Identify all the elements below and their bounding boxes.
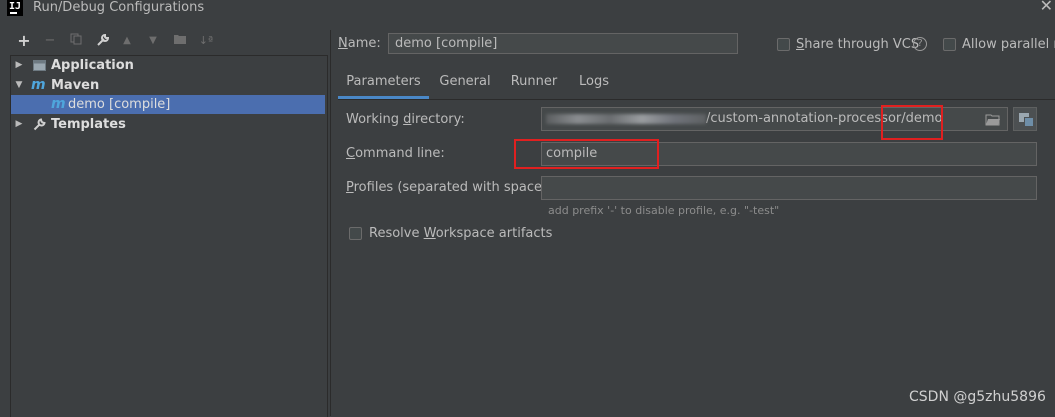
tree-item-label: Application <box>51 58 134 73</box>
tree-item-templates[interactable]: ▶ Templates <box>11 115 325 134</box>
move-into-folder-button[interactable] <box>172 33 188 49</box>
resolve-workspace-label: Resolve Workspace artifacts <box>369 226 553 241</box>
working-directory-label: Working directory: <box>346 112 465 127</box>
help-icon[interactable]: ? <box>913 37 927 51</box>
copy-icon <box>70 33 82 45</box>
name-input[interactable]: demo [compile] <box>388 33 738 54</box>
chevron-right-icon[interactable]: ▶ <box>14 56 24 75</box>
move-down-button[interactable]: ▼ <box>146 33 160 49</box>
tree-item-application[interactable]: ▶ Application <box>11 56 325 75</box>
command-line-label: Command line: <box>346 146 445 161</box>
close-icon[interactable]: ✕ <box>1040 0 1053 14</box>
move-up-button[interactable]: ▲ <box>120 33 134 49</box>
add-configuration-button[interactable]: + <box>16 33 32 49</box>
application-icon <box>33 60 46 71</box>
wrench-icon <box>33 118 46 131</box>
maven-icon: m <box>51 96 66 112</box>
tab-general[interactable]: General <box>433 68 497 99</box>
allow-parallel-checkbox[interactable] <box>943 38 956 51</box>
intellij-app-icon: IJ <box>7 0 23 16</box>
config-tabs: Parameters General Runner Logs <box>338 68 1055 99</box>
sort-button[interactable]: ↓ª <box>198 33 214 49</box>
tab-parameters[interactable]: Parameters <box>338 68 429 99</box>
highlight-box-compile <box>514 139 659 169</box>
window-title: Run/Debug Configurations <box>33 0 205 15</box>
tree-item-maven[interactable]: ▼ m Maven <box>11 76 325 95</box>
chevron-right-icon[interactable]: ▶ <box>14 115 24 134</box>
chevron-down-icon[interactable]: ▼ <box>14 76 24 95</box>
panel-splitter[interactable] <box>330 30 331 416</box>
tab-logs[interactable]: Logs <box>574 68 614 99</box>
share-vcs-label: Share through VCS <box>796 37 920 52</box>
configuration-tree[interactable]: ▶ Application ▼ m Maven m demo [compile]… <box>10 55 328 417</box>
folder-icon <box>174 35 186 44</box>
tab-runner[interactable]: Runner <box>504 68 564 99</box>
resolve-workspace-checkbox[interactable] <box>349 227 362 240</box>
watermark: CSDN @g5zhu5896 <box>909 389 1046 405</box>
profiles-hint: add prefix '-' to disable profile, e.g. … <box>548 204 780 217</box>
profiles-input[interactable] <box>541 176 1037 200</box>
select-module-button[interactable] <box>1013 107 1037 131</box>
share-vcs-checkbox[interactable] <box>777 38 790 51</box>
highlight-box-demo <box>881 105 943 140</box>
tree-item-demo-compile[interactable]: m demo [compile] <box>11 95 325 114</box>
name-label: Name: <box>338 36 381 51</box>
maven-icon: m <box>31 77 46 93</box>
redacted-path <box>546 113 706 124</box>
allow-parallel-label: Allow parallel ru <box>962 37 1055 52</box>
tree-item-label: demo [compile] <box>68 97 171 112</box>
tree-item-label: Maven <box>51 78 100 93</box>
profiles-label: Profiles (separated with space): <box>346 180 552 195</box>
wrench-icon <box>97 33 110 46</box>
open-folder-icon[interactable] <box>985 114 1001 126</box>
copy-configuration-button[interactable] <box>68 33 84 49</box>
edit-templates-button[interactable] <box>95 33 111 49</box>
tree-item-label: Templates <box>51 117 126 132</box>
remove-configuration-button[interactable]: − <box>42 33 58 49</box>
title-bar: IJ Run/Debug Configurations ✕ <box>0 0 1055 18</box>
